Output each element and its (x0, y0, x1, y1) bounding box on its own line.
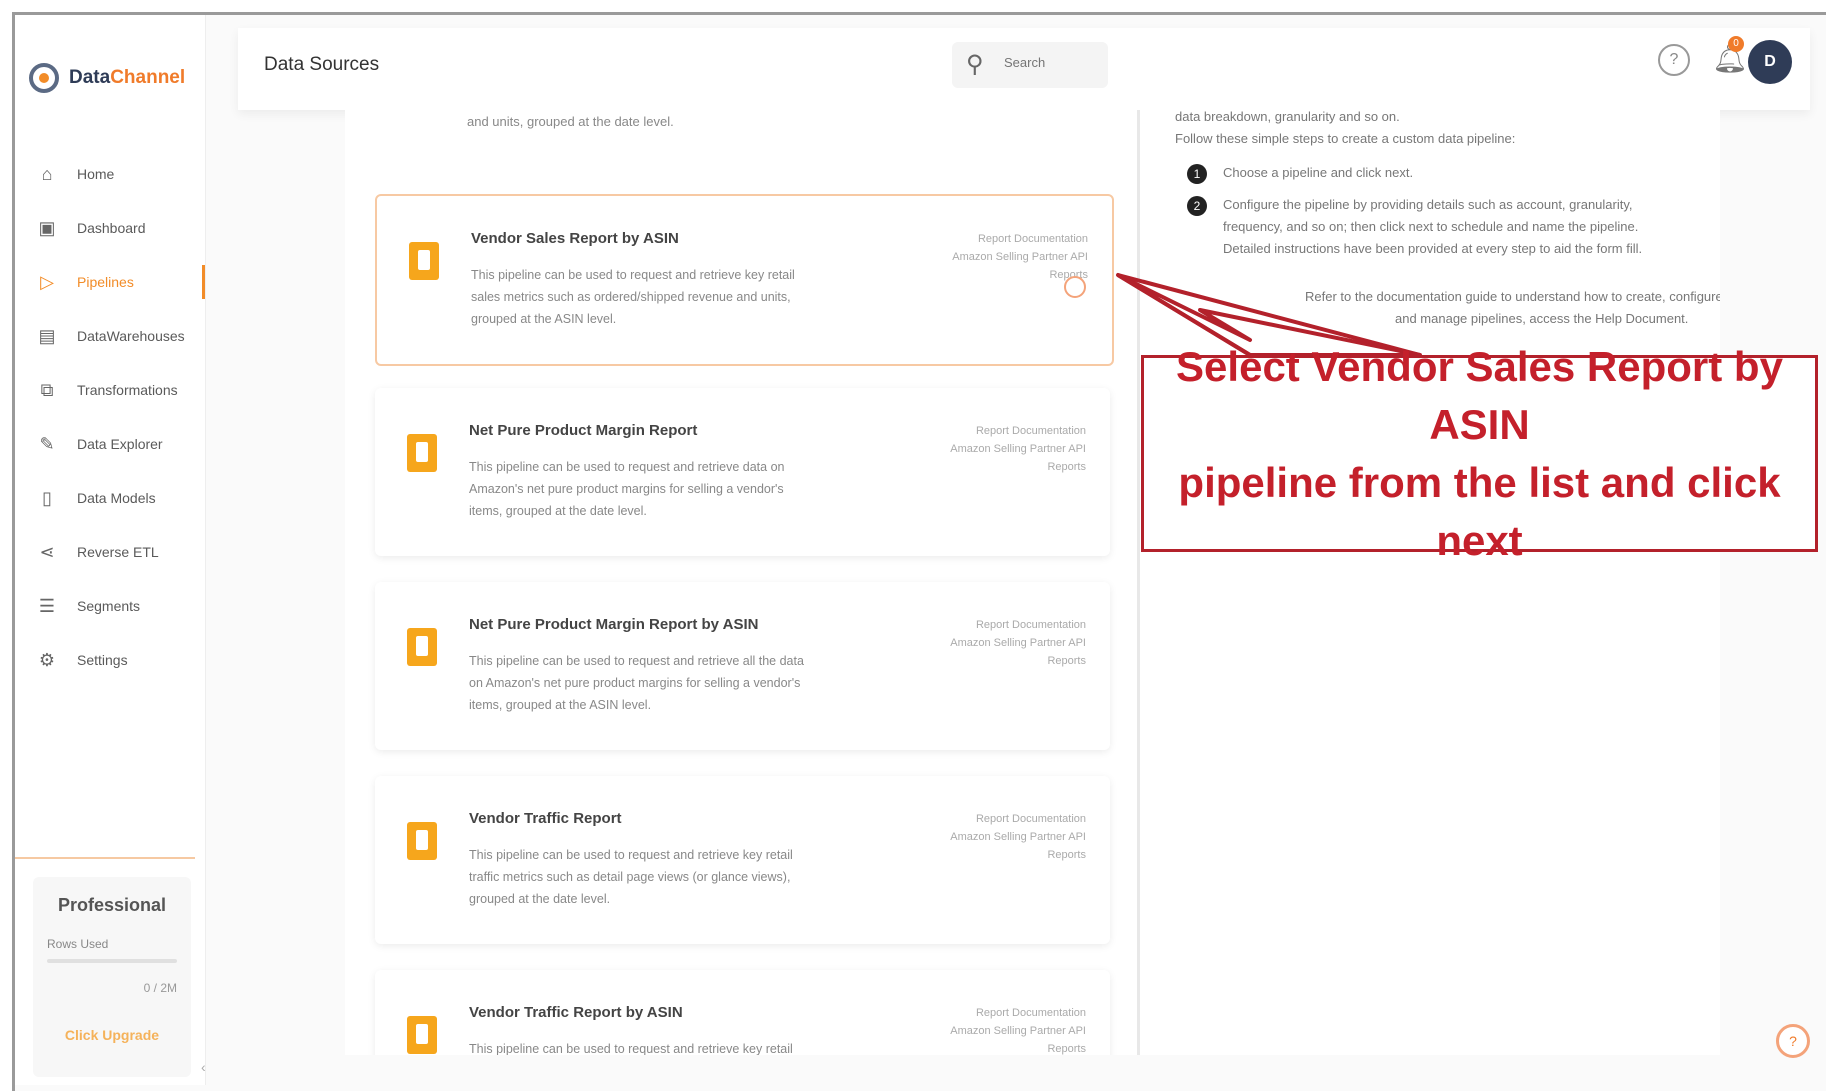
annotation-line-2: pipeline from the list and click next (1178, 458, 1781, 564)
chat-support-button[interactable]: ? (1776, 1024, 1810, 1058)
annotation-callout: Select Vendor Sales Report by ASIN pipel… (1141, 343, 1818, 564)
annotation-line-1: Select Vendor Sales Report by ASIN (1176, 342, 1783, 448)
